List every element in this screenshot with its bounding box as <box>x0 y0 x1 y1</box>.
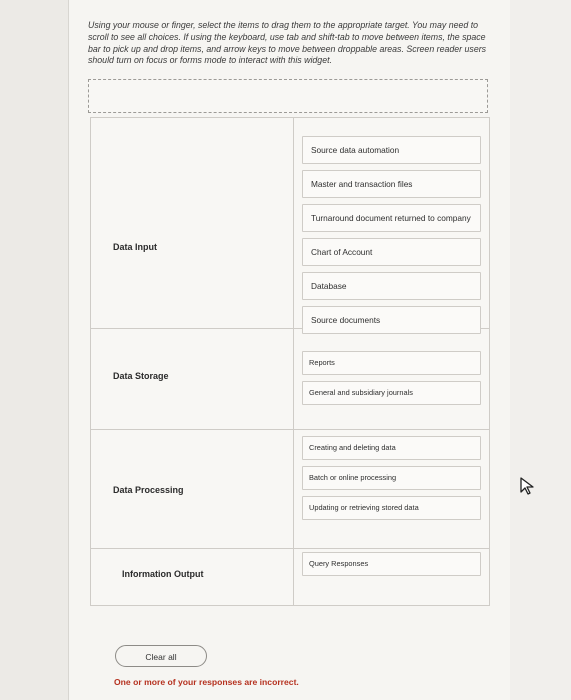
target-row-data-input: Data Input Source data automation Master… <box>91 118 489 334</box>
answer-chip[interactable]: Updating or retrieving stored data <box>302 496 481 520</box>
answer-chip[interactable]: Source data automation <box>302 136 481 164</box>
target-label-cell: Data Storage <box>91 329 294 429</box>
drop-zone-data-processing[interactable]: Creating and deleting data Batch or onli… <box>294 430 489 548</box>
answer-chip[interactable]: Turnaround document returned to company <box>302 204 481 232</box>
target-label-data-input: Data Input <box>113 242 157 252</box>
drop-zone-data-input[interactable]: Source data automation Master and transa… <box>294 118 489 334</box>
target-label-data-storage: Data Storage <box>113 371 169 381</box>
choices-pool[interactable] <box>88 79 488 113</box>
answer-chip[interactable]: Query Responses <box>302 552 481 576</box>
mouse-pointer-icon <box>517 475 539 497</box>
target-label-cell: Data Input <box>91 118 294 328</box>
target-row-information-output: Information Output Query Responses <box>91 548 489 605</box>
drop-zone-data-storage[interactable]: Reports General and subsidiary journals <box>294 329 489 429</box>
target-label-cell: Information Output <box>91 549 294 605</box>
feedback-message: One or more of your responses are incorr… <box>114 677 299 687</box>
target-label-cell: Data Processing <box>91 430 294 548</box>
answer-chip[interactable]: Chart of Account <box>302 238 481 266</box>
target-label-information-output: Information Output <box>122 569 204 579</box>
target-row-data-storage: Data Storage Reports General and subsidi… <box>91 328 489 429</box>
answer-chip[interactable]: Reports <box>302 351 481 375</box>
answer-chip[interactable]: Creating and deleting data <box>302 436 481 460</box>
page-margin <box>510 0 571 700</box>
answer-chip[interactable]: Master and transaction files <box>302 170 481 198</box>
drop-zone-information-output[interactable]: Query Responses <box>294 549 489 605</box>
drop-target-board: Data Input Source data automation Master… <box>90 117 490 606</box>
answer-chip[interactable]: Database <box>302 272 481 300</box>
instructions-text: Using your mouse or finger, select the i… <box>88 20 487 66</box>
target-row-data-processing: Data Processing Creating and deleting da… <box>91 429 489 548</box>
target-label-data-processing: Data Processing <box>113 485 184 495</box>
clear-all-button[interactable]: Clear all <box>115 645 207 667</box>
answer-chip[interactable]: General and subsidiary journals <box>302 381 481 405</box>
answer-chip[interactable]: Batch or online processing <box>302 466 481 490</box>
